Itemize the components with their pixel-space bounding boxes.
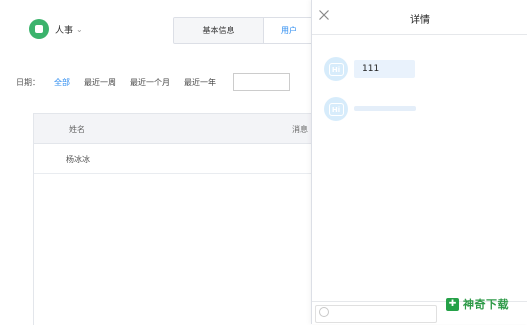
department-name: 人事 <box>55 25 74 36</box>
detail-panel: 详情 Hi 111 Hi <box>311 0 527 324</box>
message-item: Hi <box>324 97 416 121</box>
department-switcher[interactable]: 人事 ⌄ <box>29 19 83 39</box>
date-range-input[interactable] <box>233 73 290 91</box>
avatar: Hi <box>324 57 348 81</box>
column-header-name: 姓名 <box>69 125 85 134</box>
date-filter-label: 日期： <box>16 77 40 87</box>
tab-basic-info[interactable]: 基本信息 <box>174 18 264 43</box>
avatar: Hi <box>324 97 348 121</box>
detail-panel-title: 详情 <box>410 15 430 26</box>
table-row[interactable]: 杨冰冰 <box>34 144 314 174</box>
department-logo-icon <box>29 19 49 39</box>
chevron-down-icon: ⌄ <box>76 24 83 34</box>
message-table: 姓名 消息 杨冰冰 <box>33 113 314 325</box>
message-bubble <box>354 105 416 111</box>
filter-option-year[interactable]: 最近一年 <box>184 77 216 88</box>
filter-option-month[interactable]: 最近一个月 <box>130 77 170 88</box>
filter-option-all[interactable]: 全部 <box>54 77 70 88</box>
chat-bubble-icon: Hi <box>328 62 344 76</box>
app-window: 人事 ⌄ 基本信息 用户 日期： 全部 最近一周 最近一个月 最近一年 姓名 消… <box>0 0 527 325</box>
emoji-icon[interactable] <box>319 307 329 317</box>
message-input[interactable] <box>315 305 437 323</box>
message-bubble: 111 <box>354 60 415 78</box>
watermark-logo-icon: ✚ <box>446 297 459 311</box>
chat-bubble-icon: Hi <box>328 102 344 116</box>
tab-users[interactable]: 用户 <box>264 18 314 43</box>
watermark-text: 神奇下载 <box>463 298 509 311</box>
filter-option-week[interactable]: 最近一周 <box>84 77 116 88</box>
column-header-message: 消息 <box>292 125 308 134</box>
cell-name: 杨冰冰 <box>66 155 90 164</box>
message-item: Hi 111 <box>324 57 415 81</box>
table-header: 姓名 消息 <box>34 114 314 144</box>
watermark: ✚ 神奇下载 <box>446 296 509 312</box>
date-filter: 日期： 全部 最近一周 最近一个月 最近一年 <box>16 73 290 91</box>
tab-bar: 基本信息 用户 <box>173 17 314 44</box>
detail-panel-header: 详情 <box>312 0 527 35</box>
